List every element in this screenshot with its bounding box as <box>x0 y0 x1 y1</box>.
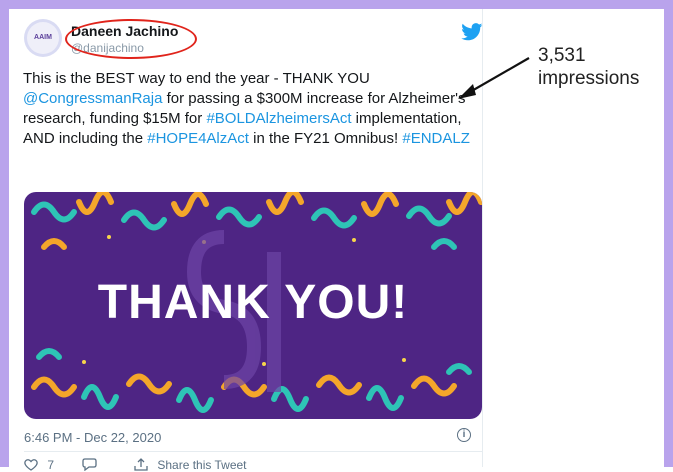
media-headline: THANK YOU! <box>97 276 409 329</box>
hashtag-link[interactable]: #BOLDAlzheimersAct <box>206 110 351 127</box>
info-icon[interactable]: i <box>457 428 471 442</box>
reply-icon <box>82 458 97 472</box>
impressions-annotation: 3,531 impressions <box>538 44 639 90</box>
hashtag-link[interactable]: #HOPE4AlzAct <box>147 130 249 147</box>
divider <box>24 451 482 452</box>
twitter-bird-icon[interactable] <box>461 23 483 41</box>
like-button[interactable]: 7 <box>24 458 54 472</box>
tweet-card[interactable]: AAIM Daneen Jachino @danijachino This is… <box>13 9 483 472</box>
tweet-text-part: in the FY21 Omnibus! <box>248 130 403 147</box>
hashtag-link[interactable]: #ENDALZ <box>402 130 470 147</box>
highlight-oval <box>65 19 197 59</box>
avatar-logo: AAIM <box>27 22 59 54</box>
tweet-media[interactable]: THANK YOU! <box>24 192 482 419</box>
impressions-label: impressions <box>538 68 640 89</box>
heart-icon <box>24 459 38 471</box>
share-button[interactable]: Share this Tweet <box>134 458 247 472</box>
tweet-timestamp[interactable]: 6:46 PM - Dec 22, 2020 <box>24 430 161 445</box>
tweet-text: This is the BEST way to end the year - T… <box>23 69 483 149</box>
avatar[interactable]: AAIM <box>24 19 62 57</box>
mention-link[interactable]: @CongressmanRaja <box>23 90 162 107</box>
share-label: Share this Tweet <box>157 458 247 472</box>
reply-button[interactable] <box>82 458 97 472</box>
annotation-arrow-icon <box>458 57 530 99</box>
like-count: 7 <box>47 458 55 472</box>
share-icon <box>134 458 148 471</box>
tweet-text-part: This is the BEST way to end the year - T… <box>23 70 370 87</box>
impressions-count: 3,531 <box>538 45 586 66</box>
